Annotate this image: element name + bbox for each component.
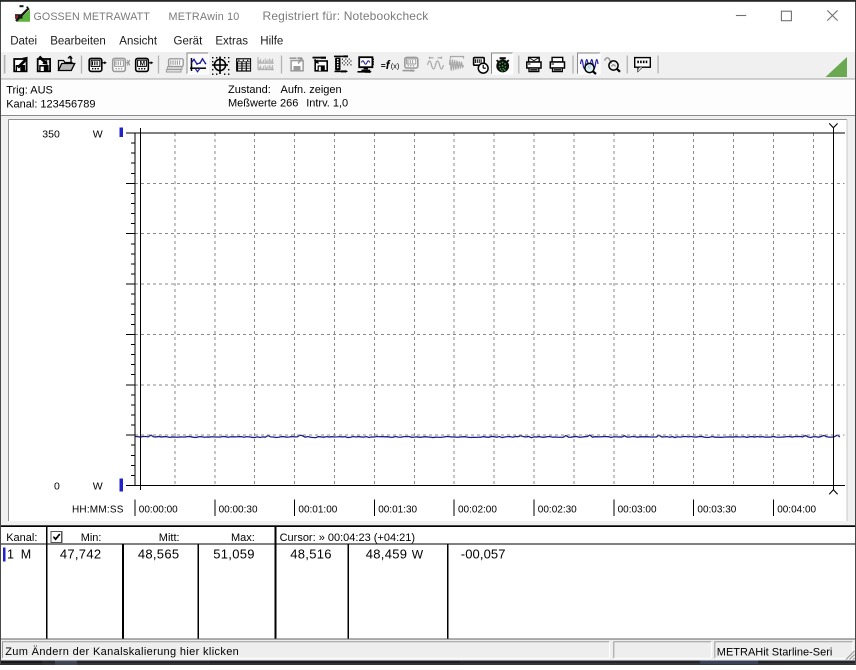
svg-text:00:01:00: 00:01:00 bbox=[298, 505, 337, 516]
svg-text:Mitt:: Mitt: bbox=[159, 532, 180, 544]
svg-text:Min:: Min: bbox=[81, 532, 102, 544]
svg-text:Kanal:: Kanal: bbox=[6, 532, 37, 544]
svg-text:Datei: Datei bbox=[10, 36, 37, 48]
svg-text:51,059: 51,059 bbox=[213, 546, 255, 561]
svg-text:Cursor: » 00:04:23 (+04:21): Cursor: » 00:04:23 (+04:21) bbox=[280, 532, 415, 544]
svg-text:Meßwerte 266: Meßwerte 266 bbox=[228, 98, 298, 110]
svg-text:W: W bbox=[412, 547, 424, 561]
svg-text:Zustand:: Zustand: bbox=[228, 84, 271, 96]
svg-text:00:02:00: 00:02:00 bbox=[458, 505, 497, 516]
svg-text:M: M bbox=[140, 61, 145, 68]
svg-text:Max:: Max: bbox=[231, 532, 255, 544]
svg-text:GOSSEN METRAWATT: GOSSEN METRAWATT bbox=[34, 11, 151, 23]
svg-text:Bearbeiten: Bearbeiten bbox=[50, 36, 106, 48]
svg-text:METRAwin 10: METRAwin 10 bbox=[169, 11, 240, 23]
svg-text:Gerät: Gerät bbox=[174, 36, 204, 48]
svg-text:Hilfe: Hilfe bbox=[260, 36, 283, 48]
svg-text:00:01:30: 00:01:30 bbox=[378, 505, 417, 516]
svg-text:HH:MM:SS: HH:MM:SS bbox=[72, 505, 124, 516]
svg-text:1: 1 bbox=[7, 547, 14, 561]
svg-text:METRAHit Starline-Seri: METRAHit Starline-Seri bbox=[717, 647, 833, 659]
svg-text:00:00:30: 00:00:30 bbox=[219, 505, 258, 516]
svg-text:Kanal: 123456789: Kanal: 123456789 bbox=[6, 99, 95, 111]
svg-text:M: M bbox=[21, 547, 31, 561]
svg-text:00:02:30: 00:02:30 bbox=[538, 505, 577, 516]
svg-text:Extras: Extras bbox=[215, 36, 248, 48]
svg-text:00:03:30: 00:03:30 bbox=[697, 505, 736, 516]
svg-text:47,742: 47,742 bbox=[60, 546, 102, 561]
svg-text:Intrv. 1,0: Intrv. 1,0 bbox=[306, 98, 348, 110]
svg-text:48,565: 48,565 bbox=[138, 546, 180, 561]
svg-text:48,516: 48,516 bbox=[290, 546, 332, 561]
svg-text:350: 350 bbox=[42, 129, 60, 141]
svg-text:W: W bbox=[93, 129, 103, 141]
svg-text:Registriert für: Notebookcheck: Registriert für: Notebookcheck bbox=[263, 9, 430, 23]
svg-text:(x): (x) bbox=[391, 61, 400, 70]
svg-text:W: W bbox=[93, 480, 103, 492]
svg-text:48,459: 48,459 bbox=[366, 546, 408, 561]
svg-text:Ansicht: Ansicht bbox=[119, 36, 158, 48]
svg-text:Aufn. zeigen: Aufn. zeigen bbox=[281, 84, 342, 96]
svg-text:Zum Ändern der Kanalskalierung: Zum Ändern der Kanalskalierung hier klic… bbox=[5, 646, 239, 658]
svg-text:00:03:00: 00:03:00 bbox=[618, 505, 657, 516]
svg-text:-00,057: -00,057 bbox=[461, 546, 506, 561]
svg-text:00:00:00: 00:00:00 bbox=[139, 505, 178, 516]
svg-text:0: 0 bbox=[54, 480, 60, 492]
svg-text:Trig: AUS: Trig: AUS bbox=[6, 85, 53, 97]
svg-text:00:04:00: 00:04:00 bbox=[777, 505, 816, 516]
